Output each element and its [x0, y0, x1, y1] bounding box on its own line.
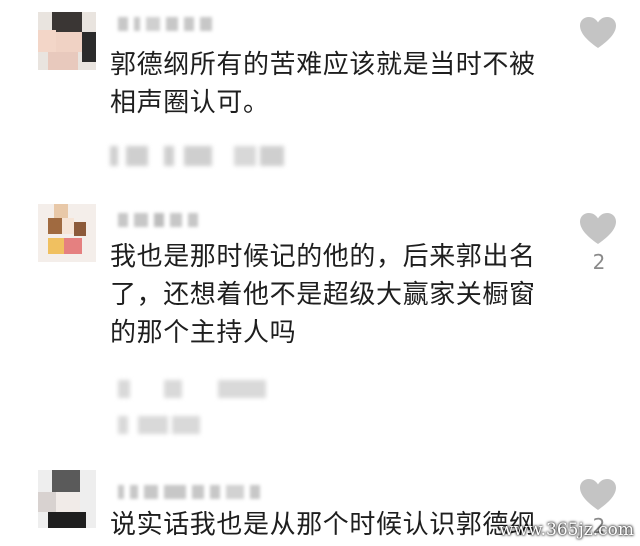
comment-text: 我也是那时候记的他的，后来郭出名 了，还想着他不是超级大赢家关橱窗 的那个主持人…	[110, 238, 550, 352]
watermark: www.365jz.com	[499, 520, 634, 540]
username[interactable]	[118, 212, 204, 228]
comment-text-line: 了，还想着他不是超级大赢家关橱窗	[110, 280, 536, 310]
like-count: 2	[592, 250, 606, 274]
username[interactable]	[118, 16, 218, 32]
avatar[interactable]	[38, 12, 96, 70]
comment-text: 郭德纲所有的苦难应该就是当时不被 相声圈认可。	[110, 46, 550, 122]
avatar[interactable]	[38, 204, 96, 262]
avatar[interactable]	[38, 470, 96, 528]
heart-outline-icon	[580, 213, 616, 244]
comment-text: 说实话我也是从那个时候认识郭德纲	[110, 506, 550, 544]
username[interactable]	[118, 484, 266, 500]
like-button[interactable]	[579, 478, 617, 512]
comment-text-line: 郭德纲所有的苦难应该就是当时不被	[110, 50, 536, 80]
like-button[interactable]	[579, 212, 617, 246]
like-button[interactable]	[579, 16, 617, 50]
heart-outline-icon	[580, 17, 616, 48]
comment-text-line: 我也是那时候记的他的，后来郭出名	[110, 242, 536, 272]
heart-outline-icon	[580, 479, 616, 510]
comment-text-line: 的那个主持人吗	[110, 318, 297, 348]
comment-text-line: 相声圈认可。	[110, 88, 270, 118]
comment-text-line: 说实话我也是从那个时候认识郭德纲	[110, 510, 536, 540]
